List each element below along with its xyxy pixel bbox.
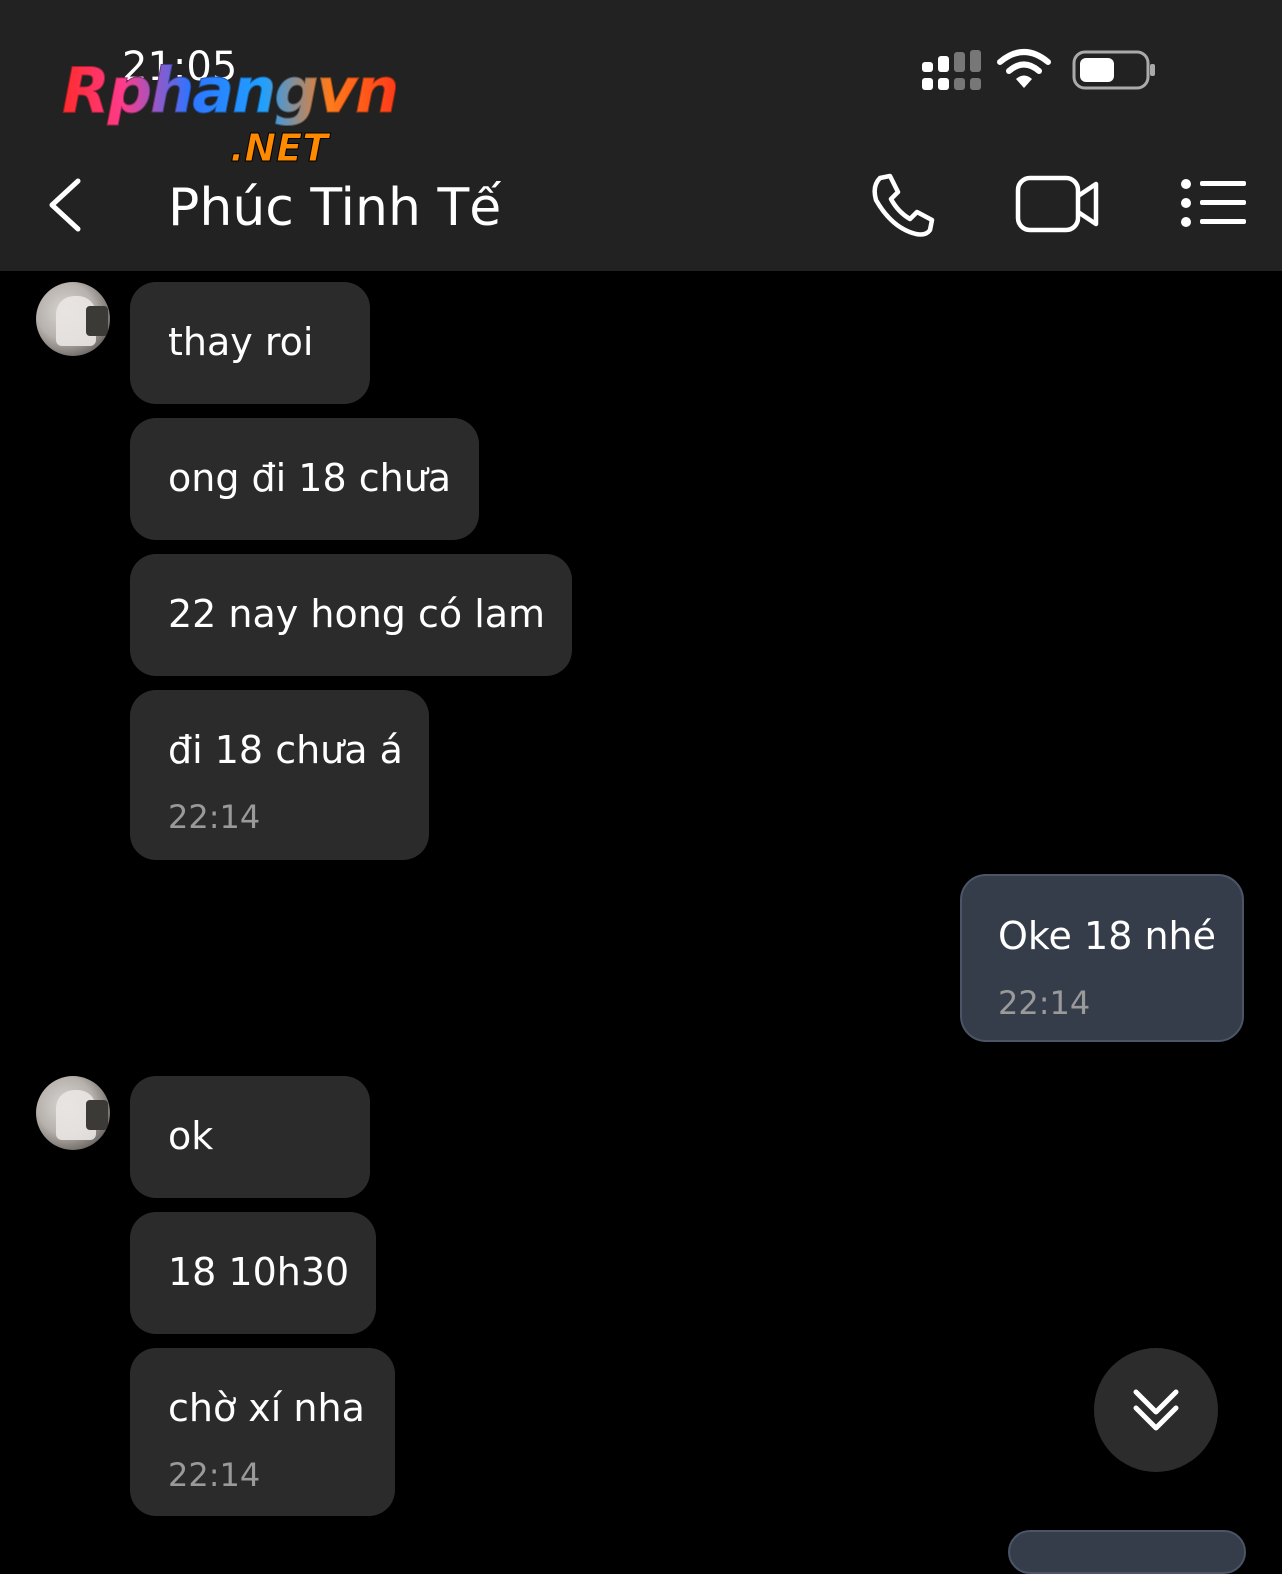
message-time: 22:14: [168, 1456, 261, 1494]
message-bubble-outgoing[interactable]: Oke 18 nhé 22:14: [960, 874, 1244, 1042]
double-chevron-down-icon: [1133, 1389, 1179, 1431]
avatar[interactable]: [36, 1076, 110, 1150]
signal-icon: [922, 50, 981, 90]
message-bubble[interactable]: ong đi 18 chưa: [130, 418, 479, 540]
message-bubble[interactable]: chờ xí nha 22:14: [130, 1348, 395, 1516]
message-text: thay roi: [168, 320, 314, 364]
message-text: ong đi 18 chưa: [168, 456, 452, 500]
message-text: 22 nay hong có lam: [168, 592, 546, 636]
message-text: ok: [168, 1114, 214, 1158]
message-bubble-outgoing-partial[interactable]: [1008, 1530, 1246, 1574]
top-bar: 21:05 Rphangvn .NET Phúc Tinh Tế: [0, 0, 1282, 271]
message-text: đi 18 chưa á: [168, 728, 403, 772]
watermark-main: Rphangvn: [61, 54, 399, 128]
avatar[interactable]: [36, 282, 110, 356]
back-icon[interactable]: [40, 175, 96, 235]
scroll-to-bottom-button[interactable]: [1094, 1348, 1218, 1472]
wifi-icon: [997, 49, 1051, 88]
conversation-title: Phúc Tinh Tế: [168, 178, 502, 238]
message-bubble[interactable]: thay roi: [130, 282, 370, 404]
message-text: chờ xí nha: [168, 1386, 365, 1430]
message-bubble[interactable]: 22 nay hong có lam: [130, 554, 572, 676]
phone-icon[interactable]: [866, 170, 938, 238]
message-time: 22:14: [998, 984, 1091, 1022]
message-time: 22:14: [168, 798, 261, 836]
message-text: Oke 18 nhé: [998, 914, 1216, 958]
list-menu-icon[interactable]: [1178, 176, 1250, 232]
battery-icon: [1072, 50, 1155, 90]
watermark-sub: .NET: [229, 126, 329, 171]
message-bubble[interactable]: ok: [130, 1076, 370, 1198]
video-camera-icon[interactable]: [1014, 172, 1102, 236]
message-bubble[interactable]: đi 18 chưa á 22:14: [130, 690, 429, 860]
message-text: 18 10h30: [168, 1250, 350, 1294]
message-bubble[interactable]: 18 10h30: [130, 1212, 376, 1334]
watermark-logo: Rphangvn .NET: [61, 54, 462, 174]
